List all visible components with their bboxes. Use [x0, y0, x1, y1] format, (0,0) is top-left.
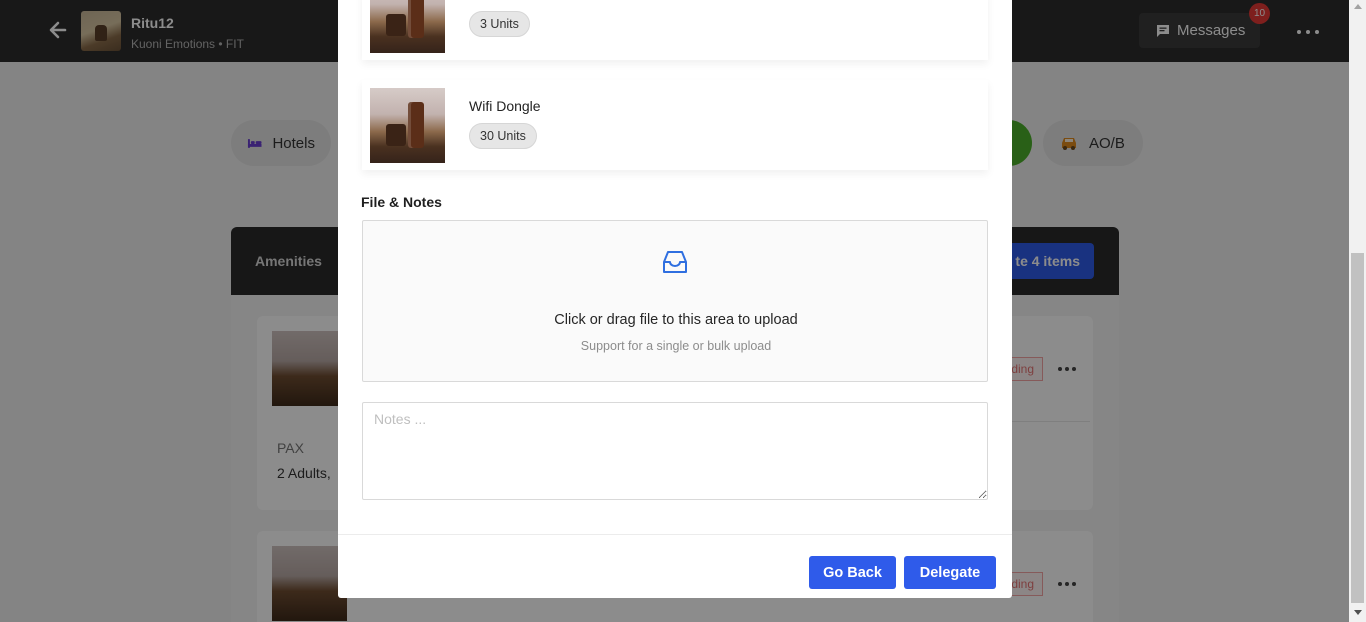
item-thumbnail — [370, 88, 445, 163]
units-chip: 3 Units — [469, 11, 530, 37]
upload-title: Click or drag file to this area to uploa… — [554, 312, 798, 328]
file-notes-heading: File & Notes — [361, 194, 442, 210]
selected-item-card: 3 Units — [362, 0, 988, 60]
scrollbar-thumb[interactable] — [1351, 253, 1364, 603]
upload-hint: Support for a single or bulk upload — [580, 339, 772, 353]
units-chip: 30 Units — [469, 123, 537, 149]
modal-footer: Go Back Delegate — [338, 534, 1012, 598]
item-thumbnail — [370, 0, 445, 53]
scroll-up-arrow-icon[interactable] — [1354, 4, 1362, 9]
notes-textarea[interactable] — [362, 402, 988, 500]
delegate-modal: 3 Units Wifi Dongle 30 Units File & Note… — [338, 0, 1012, 598]
delegate-button[interactable]: Delegate — [904, 556, 996, 589]
scroll-down-arrow-icon[interactable] — [1354, 610, 1362, 615]
go-back-button[interactable]: Go Back — [809, 556, 896, 589]
inbox-icon — [663, 251, 687, 273]
file-upload-dropzone[interactable]: Click or drag file to this area to uploa… — [362, 220, 988, 382]
item-name: Wifi Dongle — [469, 98, 541, 114]
selected-item-card: Wifi Dongle 30 Units — [362, 80, 988, 170]
